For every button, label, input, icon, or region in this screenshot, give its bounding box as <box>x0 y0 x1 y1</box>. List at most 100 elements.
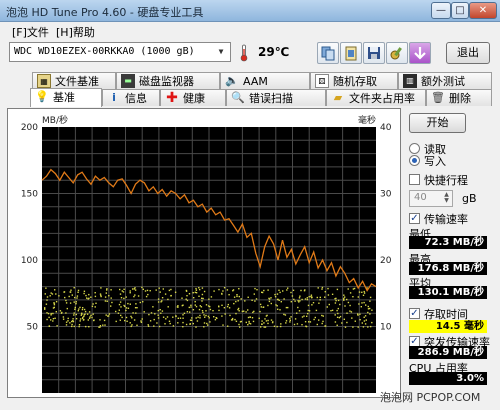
access-time-point <box>202 311 204 314</box>
access-time-point <box>126 320 128 322</box>
access-time-point <box>47 312 50 315</box>
tab-error-scan[interactable]: 🔍 错误扫描 <box>226 89 326 106</box>
access-time-point <box>226 289 229 291</box>
exit-button[interactable]: 退出 <box>446 42 490 64</box>
access-time-point <box>104 296 107 298</box>
access-time-point <box>77 291 79 293</box>
download-button[interactable] <box>409 42 431 64</box>
access-time-point <box>228 307 231 309</box>
access-time-point <box>177 305 179 307</box>
maximize-button[interactable]: □ <box>451 2 469 19</box>
tab-extra-tests[interactable]: ▥ 额外测试 <box>398 72 492 89</box>
save-button[interactable] <box>363 42 385 64</box>
access-time-point <box>282 290 284 292</box>
access-time-point <box>213 316 215 318</box>
access-time-point <box>289 319 291 321</box>
spinner-arrows-icon[interactable]: ▲ ▼ <box>442 192 451 204</box>
tab-file-benchmark[interactable]: ▦ 文件基准 <box>32 72 116 89</box>
access-time-point <box>131 324 133 326</box>
access-time-point <box>337 307 339 310</box>
chevron-down-icon[interactable]: ▼ <box>214 45 228 59</box>
access-time-point <box>106 300 108 302</box>
access-time-point <box>212 310 214 312</box>
access-time-point <box>357 326 359 328</box>
access-time-point <box>256 289 258 291</box>
access-time-point <box>79 320 81 322</box>
access-time-point <box>181 297 183 299</box>
drive-select[interactable]: WDC WD10EZEX-00RKKA0 (1000 gB) ▼ <box>9 42 231 62</box>
access-time-point <box>244 300 246 302</box>
access-time-point <box>58 295 60 297</box>
access-time-point <box>255 298 258 300</box>
write-radio[interactable] <box>409 155 420 166</box>
copy-info-button[interactable] <box>317 42 339 64</box>
tab-random-access[interactable]: ⚄ 随机存取 <box>310 72 398 89</box>
minimize-button[interactable]: — <box>431 2 451 19</box>
access-time-point <box>223 307 226 309</box>
options-button[interactable] <box>386 42 408 64</box>
access-time-point <box>362 326 365 328</box>
access-time-point <box>238 323 240 326</box>
access-time-point <box>238 310 240 312</box>
quick-size-stepper[interactable]: 40 ▲ ▼ <box>409 190 453 207</box>
access-time-point <box>147 293 149 296</box>
access-time-point <box>222 290 224 292</box>
access-time-point <box>107 315 109 317</box>
access-time-point <box>266 314 268 317</box>
tab-folder-usage[interactable]: ▰ 文件夹占用率 <box>326 89 426 106</box>
access-time-point <box>233 302 235 305</box>
access-time-point <box>189 319 192 321</box>
read-radio[interactable] <box>409 143 420 154</box>
access-time-point <box>218 288 220 291</box>
access-time-point <box>87 319 89 321</box>
access-time-point <box>115 320 117 323</box>
menu-file[interactable]: [F]文件 <box>12 24 49 40</box>
access-time-point <box>135 303 137 305</box>
access-time-point <box>361 322 363 324</box>
start-button[interactable]: 开始 <box>409 113 466 133</box>
access-time-point <box>324 291 326 293</box>
access-time-point <box>296 323 299 325</box>
access-time-point <box>182 314 184 316</box>
access-time-point <box>156 322 158 324</box>
toolbar: WDC WD10EZEX-00RKKA0 (1000 gB) ▼ 29℃ 退出 <box>0 39 500 67</box>
menu-help[interactable]: [H]帮助 <box>56 24 95 40</box>
access-time-point <box>361 302 363 304</box>
access-time-checkbox[interactable]: ✓ <box>409 308 420 319</box>
access-time-point <box>359 319 361 321</box>
access-time-point <box>53 304 56 306</box>
access-time-point <box>46 299 48 301</box>
access-time-point <box>285 306 288 309</box>
access-time-point <box>168 320 171 322</box>
access-time-point <box>82 307 84 309</box>
access-time-point <box>64 296 66 299</box>
access-time-point <box>127 307 130 309</box>
copy-screen-button[interactable] <box>340 42 362 64</box>
quick-test-checkbox[interactable] <box>409 174 420 185</box>
watermark-text: 泡泡网 PCPOP.COM <box>380 391 481 404</box>
access-time-point <box>306 315 308 317</box>
tab-benchmark[interactable]: 💡 基准 <box>30 88 102 107</box>
access-time-point <box>203 314 205 316</box>
access-time-point <box>88 311 91 313</box>
access-time-point <box>364 323 367 325</box>
tab-erase[interactable]: 🗑 删除 <box>426 89 492 106</box>
access-time-point <box>270 302 272 305</box>
access-time-point <box>343 318 345 320</box>
access-time-point <box>115 310 117 313</box>
access-time-point <box>56 325 58 327</box>
access-time-point <box>94 295 97 298</box>
access-time-point <box>274 296 277 298</box>
access-time-point <box>60 312 63 314</box>
access-time-point <box>194 304 196 306</box>
access-time-point <box>157 309 159 312</box>
tab-aam[interactable]: 🔈 AAM <box>220 72 310 89</box>
tab-info[interactable]: i 信息 <box>102 89 160 106</box>
tab-health[interactable]: ✚ 健康 <box>160 89 226 106</box>
tab-disk-monitor[interactable]: ▬ 磁盘监视器 <box>116 72 220 89</box>
close-button[interactable]: ✕ <box>469 2 497 19</box>
transfer-rate-checkbox[interactable]: ✓ <box>409 213 420 224</box>
access-time-point <box>122 291 125 293</box>
access-time-point <box>194 301 196 303</box>
access-time-point <box>191 317 193 319</box>
